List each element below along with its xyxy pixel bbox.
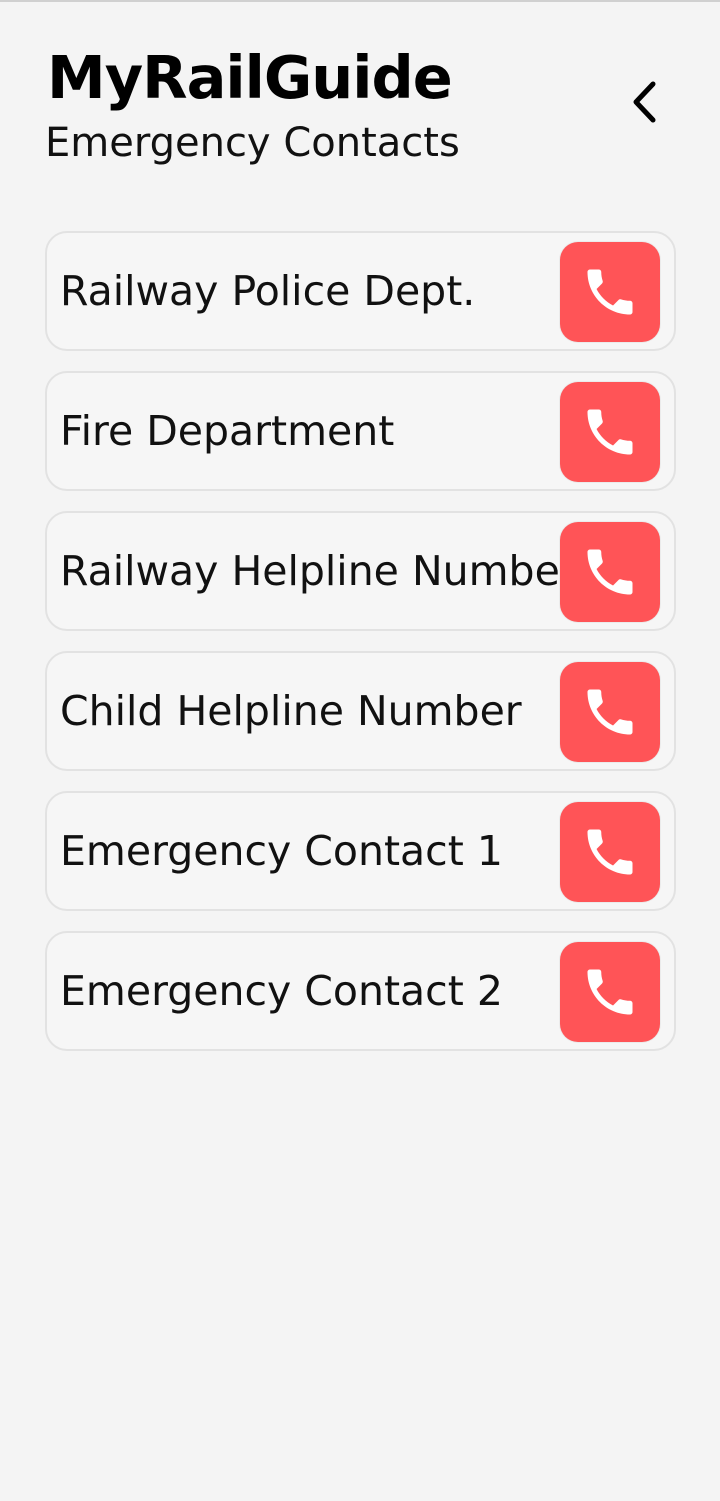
- contact-label: Fire Department: [60, 407, 395, 455]
- app-title: MyRailGuide: [47, 43, 453, 112]
- contact-card-railway-police: Railway Police Dept.: [45, 231, 676, 351]
- call-button-railway-police[interactable]: [560, 242, 660, 342]
- contact-label: Railway Police Dept.: [60, 267, 476, 315]
- call-button-railway-helpline[interactable]: [560, 522, 660, 622]
- page-subtitle: Emergency Contacts: [45, 120, 460, 166]
- contact-card-emergency-contact-1: Emergency Contact 1: [45, 791, 676, 911]
- app-header: MyRailGuide Emergency Contacts: [45, 42, 675, 182]
- contact-card-emergency-contact-2: Emergency Contact 2: [45, 931, 676, 1051]
- call-button-emergency-contact-2[interactable]: [560, 942, 660, 1042]
- contact-card-child-helpline: Child Helpline Number: [45, 651, 676, 771]
- phone-icon: [587, 829, 633, 875]
- contact-label: Child Helpline Number: [60, 687, 522, 735]
- phone-icon: [587, 689, 633, 735]
- call-button-child-helpline[interactable]: [560, 662, 660, 762]
- phone-icon: [587, 269, 633, 315]
- contact-card-fire-department: Fire Department: [45, 371, 676, 491]
- chevron-left-icon: [633, 81, 656, 123]
- contact-card-railway-helpline: Railway Helpline Number: [45, 511, 676, 631]
- call-button-emergency-contact-1[interactable]: [560, 802, 660, 902]
- phone-icon: [587, 409, 633, 455]
- contact-label: Emergency Contact 2: [60, 967, 503, 1015]
- call-button-fire-department[interactable]: [560, 382, 660, 482]
- phone-icon: [587, 549, 633, 595]
- phone-icon: [587, 969, 633, 1015]
- contact-label: Railway Helpline Number: [60, 547, 577, 595]
- emergency-contact-list: Railway Police Dept. Fire Department Rai…: [45, 231, 676, 1071]
- contact-label: Emergency Contact 1: [60, 827, 503, 875]
- back-button[interactable]: [615, 72, 675, 132]
